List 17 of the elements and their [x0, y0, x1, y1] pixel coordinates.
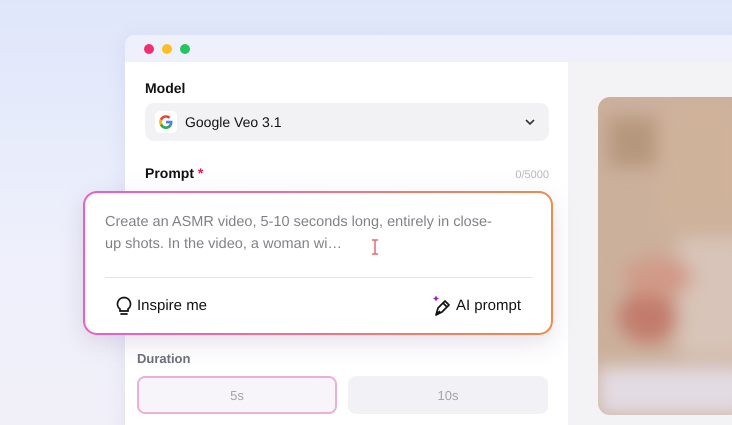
inspire-button[interactable]: Inspire me — [115, 296, 208, 316]
window-control[interactable] — [144, 44, 154, 54]
lightbulb-icon — [115, 296, 133, 316]
model-label: Model — [145, 80, 186, 96]
duration-label: Duration — [137, 351, 192, 366]
prompt-input-box[interactable]: Create an ASMR video, 5-10 seconds long, entirely in close-up shots. In the video, a woman wi… Inspire me AI prompt — [83, 191, 553, 335]
chevron-down-icon — [525, 119, 535, 125]
window-control[interactable] — [180, 44, 190, 54]
prompt-label: Prompt * — [145, 165, 204, 181]
sparkle-pen-icon — [432, 294, 452, 316]
model-select[interactable]: Google Veo 3.1 — [145, 103, 549, 141]
ai-prompt-button[interactable]: AI prompt — [432, 294, 521, 316]
prompt-field[interactable]: Create an ASMR video, 5-10 seconds long, entirely in close-up shots. In the video, a woman wi… — [105, 211, 503, 259]
text-cursor-icon — [371, 239, 379, 255]
character-counter: 0/5000 — [515, 169, 549, 181]
google-logo-icon — [158, 114, 174, 130]
window-control[interactable] — [162, 44, 172, 54]
